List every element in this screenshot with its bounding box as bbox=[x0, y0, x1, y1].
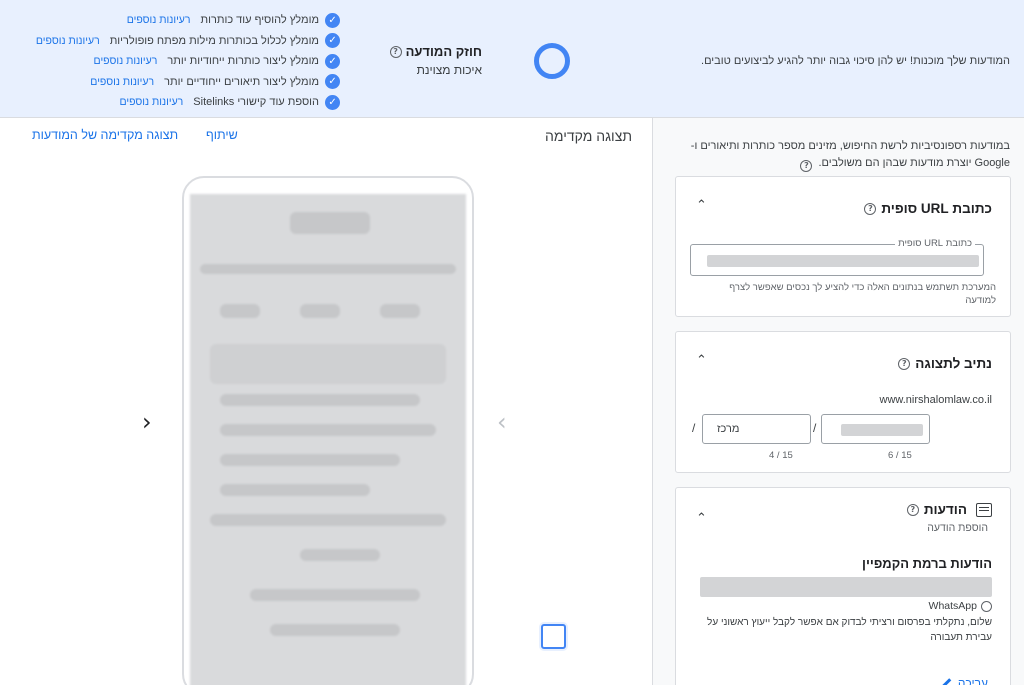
checklist-item: ✓ מומלץ ליצור כותרות ייחודיות יותר רעיונ… bbox=[36, 51, 340, 72]
messages-title-text: הודעות bbox=[923, 502, 967, 517]
more-ideas-link[interactable]: רעיונות נוספים bbox=[127, 14, 191, 26]
checklist-item: ✓ הוספת עוד קישורי Sitelinks רעיונות נוס… bbox=[36, 92, 340, 113]
path-1-char-count: 6 / 15 bbox=[888, 450, 912, 461]
ad-editor-panel: במודעות רספונסיביות לרשת החיפוש, מזינים … bbox=[652, 118, 1024, 685]
final-url-title: כתובת URL סופית ? bbox=[864, 201, 992, 216]
checklist-item: ✓ מומלץ להוסיף עוד כותרות רעיונות נוספים bbox=[36, 10, 340, 31]
check-circle-icon: ✓ bbox=[325, 74, 340, 90]
display-domain: www.nirshalomlaw.co.il bbox=[879, 394, 992, 406]
help-icon[interactable]: ? bbox=[898, 357, 911, 370]
whatsapp-label-row: WhatsApp bbox=[929, 600, 992, 612]
check-circle-icon: ✓ bbox=[325, 94, 340, 110]
path-2-input[interactable]: מרכז bbox=[702, 414, 811, 444]
collapse-chevron-up-icon[interactable]: ⌃ bbox=[696, 512, 707, 525]
checklist-item-text: מומלץ לכלול בכותרות מילות מפתח פופולריות bbox=[109, 34, 319, 47]
selection-checkbox[interactable] bbox=[541, 624, 566, 649]
help-icon[interactable]: ? bbox=[906, 503, 919, 516]
final-url-card: כתובת URL סופית ? ⌃ כתובת URL סופית המער… bbox=[675, 176, 1011, 317]
path-2-char-count: 4 / 15 bbox=[769, 450, 793, 461]
ads-ready-message: המודעות שלך מוכנות! יש להן סיכוי גבוה יו… bbox=[701, 55, 1010, 67]
final-url-input-label: כתובת URL סופית bbox=[895, 238, 975, 249]
path-separator: / bbox=[813, 421, 817, 435]
checklist-item-text: מומלץ ליצור כותרות ייחודיות יותר bbox=[167, 55, 319, 68]
preview-next-chevron-icon[interactable]: › bbox=[497, 410, 507, 434]
share-link[interactable]: שיתוף bbox=[206, 128, 238, 142]
ad-preview-link[interactable]: תצוגה מקדימה של המודעות bbox=[32, 128, 178, 142]
collapse-chevron-up-icon[interactable]: ⌃ bbox=[696, 354, 707, 367]
more-ideas-link[interactable]: רעיונות נוספים bbox=[90, 76, 154, 88]
help-icon[interactable]: ? bbox=[389, 45, 402, 58]
path-separator: / bbox=[692, 421, 696, 435]
rsa-intro-text: במודעות רספונסיביות לרשת החיפוש, מזינים … bbox=[670, 138, 1010, 172]
blurred-url-value bbox=[707, 255, 979, 267]
edit-label: עריכה bbox=[957, 676, 988, 685]
checklist-item-text: מומלץ ליצור תיאורים ייחודיים יותר bbox=[164, 75, 319, 88]
messages-title: הודעות ? bbox=[906, 502, 992, 517]
path-2-value: מרכז bbox=[717, 423, 740, 435]
message-icon bbox=[976, 502, 992, 517]
whatsapp-message-text: שלום, נתקלתי בפרסום ורציתי לבדוק אם אפשר… bbox=[707, 617, 992, 643]
ad-strength-title: חוזק המודעה ? bbox=[389, 44, 482, 59]
messages-card: הודעות ? ⌃ הוספת הודעה הודעות ברמת הקמפי… bbox=[675, 487, 1011, 685]
blurred-campaign-value bbox=[700, 577, 992, 597]
more-ideas-link[interactable]: רעיונות נוספים bbox=[36, 35, 100, 47]
path-1-input[interactable] bbox=[821, 414, 930, 444]
display-path-title-text: נתיב לתצוגה bbox=[915, 356, 992, 371]
pencil-icon bbox=[940, 677, 952, 685]
help-icon[interactable]: ? bbox=[864, 202, 877, 215]
display-path-card: נתיב לתצוגה ? ⌃ www.nirshalomlaw.co.il /… bbox=[675, 331, 1011, 473]
whatsapp-label: WhatsApp bbox=[928, 600, 977, 612]
check-circle-icon: ✓ bbox=[325, 53, 340, 69]
collapse-chevron-up-icon[interactable]: ⌃ bbox=[696, 199, 707, 212]
recommendations-checklist: ✓ מומלץ להוסיף עוד כותרות רעיונות נוספים… bbox=[36, 10, 340, 113]
preview-title: תצוגה מקדימה bbox=[545, 128, 632, 144]
help-icon[interactable]: ? bbox=[800, 160, 813, 172]
blurred-ad-preview bbox=[190, 194, 466, 685]
checklist-item-text: מומלץ להוסיף עוד כותרות bbox=[200, 14, 319, 27]
more-ideas-link[interactable]: רעיונות נוספים bbox=[94, 55, 158, 67]
final-url-title-text: כתובת URL סופית bbox=[881, 201, 992, 216]
rsa-intro-text-body: במודעות רספונסיביות לרשת החיפוש, מזינים … bbox=[690, 140, 1010, 169]
final-url-input[interactable]: כתובת URL סופית bbox=[690, 238, 984, 276]
check-circle-icon: ✓ bbox=[325, 12, 340, 28]
checklist-item-text: הוספת עוד קישורי Sitelinks bbox=[193, 96, 319, 109]
ad-strength-banner: המודעות שלך מוכנות! יש להן סיכוי גבוה יו… bbox=[0, 0, 1024, 118]
preview-prev-chevron-icon[interactable]: ‹ bbox=[142, 410, 152, 434]
ad-strength-value: איכות מצוינת bbox=[416, 63, 482, 77]
whatsapp-icon bbox=[981, 600, 992, 612]
add-message-label: הוספת הודעה bbox=[927, 522, 988, 534]
campaign-messages-title: הודעות ברמת הקמפיין bbox=[862, 556, 992, 571]
ad-strength-title-text: חוזק המודעה bbox=[405, 44, 482, 59]
checklist-item: ✓ מומלץ ליצור תיאורים ייחודיים יותר רעיו… bbox=[36, 72, 340, 93]
blurred-path-value bbox=[841, 424, 923, 436]
more-ideas-link[interactable]: רעיונות נוספים bbox=[119, 96, 183, 108]
ad-strength-ring-icon bbox=[534, 43, 570, 79]
display-path-title: נתיב לתצוגה ? bbox=[898, 356, 992, 371]
check-circle-icon: ✓ bbox=[325, 33, 340, 49]
edit-button[interactable]: עריכה bbox=[940, 676, 988, 685]
checklist-item: ✓ מומלץ לכלול בכותרות מילות מפתח פופולרי… bbox=[36, 31, 340, 52]
final-url-helper-text: המערכת תשתמש בנתונים האלה כדי להציע לך נ… bbox=[729, 282, 996, 306]
phone-preview-frame bbox=[182, 176, 474, 685]
